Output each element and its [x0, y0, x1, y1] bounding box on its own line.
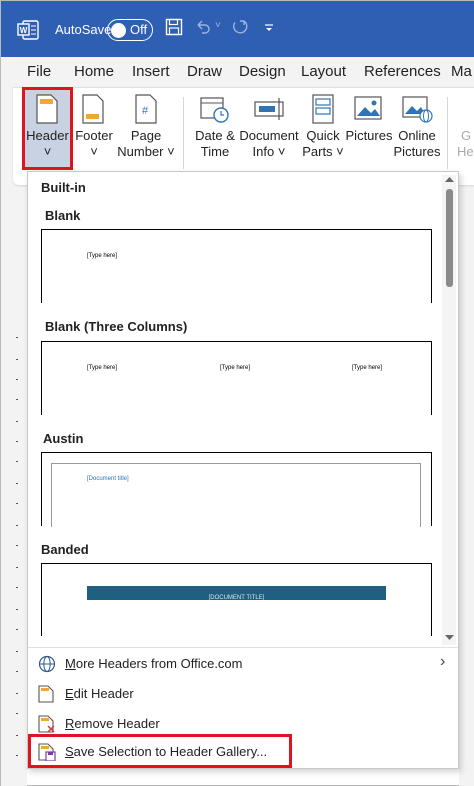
toggle-knob	[111, 22, 126, 38]
submenu-arrow-icon: ›	[440, 653, 446, 670]
document-info-icon	[254, 98, 284, 120]
page-number-icon: #	[135, 94, 157, 124]
quick-parts-label-line1: Quick	[306, 128, 340, 143]
gallery-item-blank[interactable]: [Type here]	[41, 229, 432, 303]
cut-off-ribbon-button[interactable]: G He	[453, 128, 474, 168]
header-highlight-box	[22, 87, 73, 170]
pictures-icon	[354, 96, 382, 120]
edit-header-item[interactable]: Edit Header	[28, 679, 458, 709]
tab-insert[interactable]: Insert	[132, 63, 170, 80]
more-headers-item[interactable]: More Headers from Office.com ›	[28, 649, 458, 679]
svg-text:W: W	[20, 26, 28, 35]
tab-draw[interactable]: Draw	[187, 63, 222, 80]
tab-mailings[interactable]: Ma	[451, 63, 472, 80]
ribbon-tabs: File Home Insert Draw Design Layout Refe…	[1, 57, 474, 87]
date-time-label-line2: Time	[200, 144, 230, 159]
quick-parts-icon	[312, 94, 334, 124]
gallery-item-banded[interactable]: [DOCUMENT TITLE]	[41, 563, 432, 636]
document-info-button[interactable]: Document Info ˅	[239, 90, 299, 167]
document-right-margin	[459, 199, 474, 786]
globe-icon	[38, 655, 56, 673]
edit-header-icon	[38, 685, 54, 703]
online-pictures-label-line2: Pictures	[393, 144, 441, 159]
placeholder-text: [DOCUMENT TITLE]	[208, 595, 265, 601]
footer-button[interactable]: Footer ˅	[74, 90, 114, 167]
placeholder-text: [Type here]	[87, 253, 118, 259]
undo-icon[interactable]	[194, 18, 212, 36]
placeholder-text: [Type here]	[352, 365, 383, 371]
vertical-ruler	[1, 199, 27, 786]
customize-qat-icon[interactable]	[264, 23, 274, 33]
date-time-button[interactable]: Date & Time	[191, 90, 239, 167]
toggle-label: Off	[130, 22, 148, 37]
online-pictures-icon	[402, 96, 433, 123]
tab-file[interactable]: File	[27, 63, 51, 80]
ribbon-separator	[183, 97, 184, 169]
title-bar: W AutoSave Off ˅	[1, 1, 474, 57]
undo-dropdown-icon[interactable]: ˅	[215, 20, 221, 31]
word-logo-icon[interactable]: W	[17, 20, 39, 40]
quick-parts-label-line2: Parts ˅	[302, 144, 344, 159]
remove-header-label: Remove Header	[65, 716, 160, 731]
more-headers-label: More Headers from Office.com	[65, 656, 243, 671]
footer-icon	[82, 94, 104, 124]
autosave-toggle[interactable]: Off	[107, 19, 153, 41]
svg-text:#: #	[142, 105, 149, 117]
pictures-button[interactable]: Pictures	[345, 90, 393, 167]
scroll-down-arrow-icon[interactable]	[445, 634, 454, 641]
gallery-item-austin[interactable]: [Document title]	[41, 452, 432, 527]
cut-off-label-line2: He	[457, 144, 474, 159]
date-time-label-line1: Date &	[195, 128, 235, 143]
edit-header-label: Edit Header	[65, 686, 134, 701]
document-info-label-line1: Document	[239, 128, 299, 143]
tab-home[interactable]: Home	[74, 63, 114, 80]
footer-label: Footer	[75, 128, 113, 143]
page-number-label-line1: Page	[130, 128, 162, 143]
placeholder-text: [Type here]	[220, 365, 251, 371]
placeholder-text: [Type here]	[87, 365, 118, 371]
banded-title-band: [DOCUMENT TITLE]	[87, 586, 386, 601]
save-icon[interactable]	[165, 18, 183, 36]
document-info-label-line2: Info ˅	[252, 144, 286, 159]
gallery-item-title: Blank	[45, 208, 81, 223]
tab-references[interactable]: References	[364, 63, 441, 80]
redo-icon[interactable]	[231, 18, 249, 36]
cut-off-label-line1: G	[461, 128, 472, 143]
remove-header-icon	[38, 715, 55, 733]
autosave-label: AutoSave	[55, 22, 112, 37]
scroll-up-arrow-icon[interactable]	[445, 176, 454, 183]
save-selection-highlight-box	[28, 734, 292, 768]
online-pictures-button[interactable]: Online Pictures	[393, 90, 441, 167]
scrollbar-thumb[interactable]	[446, 189, 453, 287]
gallery-item-blank-three-columns[interactable]: [Type here] [Type here] [Type here]	[41, 341, 432, 415]
page-number-button[interactable]: # Page Number ˅	[116, 90, 176, 167]
gallery-item-title: Banded	[41, 542, 89, 557]
austin-frame	[51, 463, 421, 527]
gallery-item-title: Austin	[43, 431, 84, 446]
gallery-item-title: Blank (Three Columns)	[45, 319, 188, 334]
menu-separator	[28, 647, 458, 648]
placeholder-text: [Document title]	[87, 476, 129, 482]
online-pictures-label-line1: Online	[398, 128, 436, 143]
footer-dropdown-icon: ˅	[90, 144, 98, 159]
tab-layout[interactable]: Layout	[301, 63, 346, 80]
ribbon-separator	[447, 97, 448, 169]
quick-parts-button[interactable]: Quick Parts ˅	[301, 90, 345, 167]
pictures-label: Pictures	[345, 128, 393, 143]
gallery-group-label: Built-in	[41, 180, 86, 195]
page-number-label-line2: Number ˅	[117, 144, 175, 159]
calendar-clock-icon	[200, 97, 229, 123]
tab-design[interactable]: Design	[239, 63, 286, 80]
